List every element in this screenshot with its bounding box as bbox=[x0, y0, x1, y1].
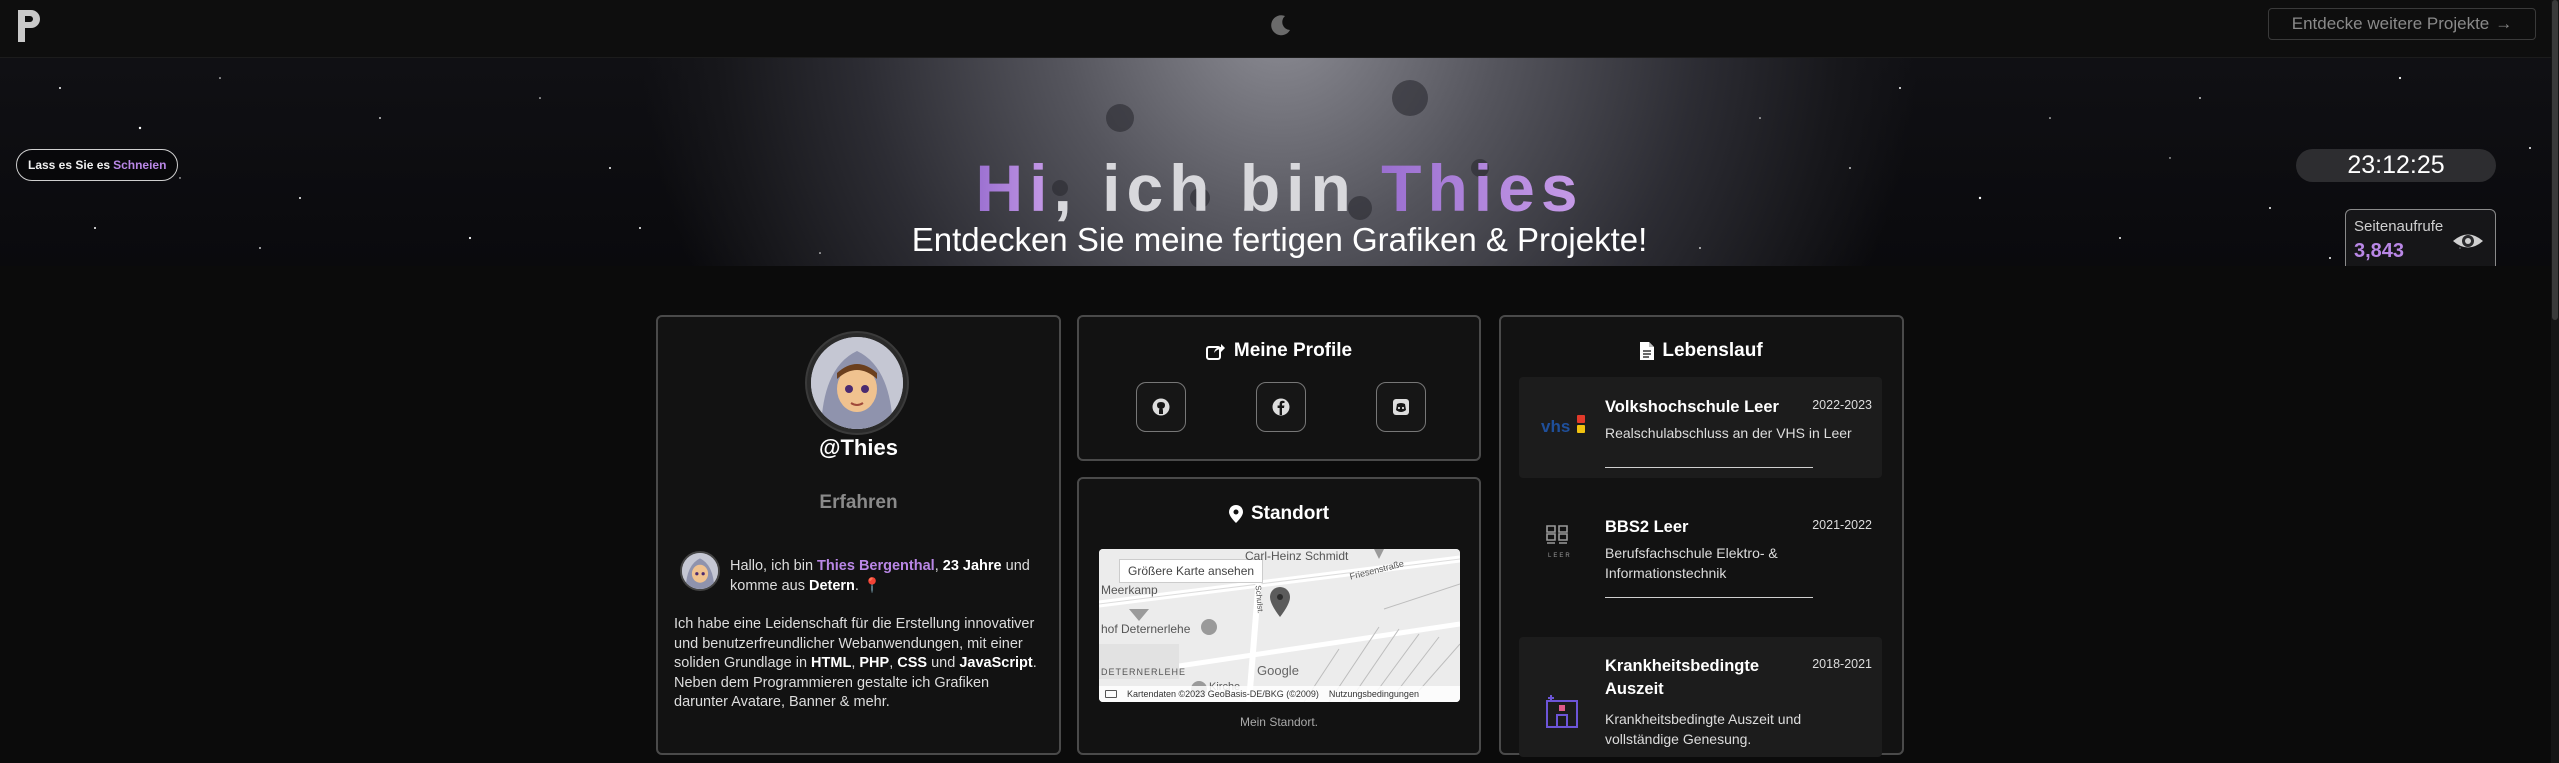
map-pin-icon bbox=[1228, 505, 1243, 523]
facebook-link[interactable] bbox=[1256, 382, 1306, 432]
explore-projects-button[interactable]: Entdecke weitere Projekte → bbox=[2268, 8, 2536, 40]
cv-item-years: 2018-2021 bbox=[1812, 657, 1872, 671]
map-caption: Mein Standort. bbox=[1239, 715, 1319, 729]
profile-card: @Thies Erfahren Hallo, ich bin Thies Ber… bbox=[656, 315, 1061, 755]
cv-item-years: 2022-2023 bbox=[1812, 398, 1872, 412]
avatar-image bbox=[811, 337, 903, 429]
page-scrollbar[interactable] bbox=[2551, 0, 2559, 763]
map-terms-link[interactable]: Nutzungsbedingungen bbox=[1329, 689, 1419, 699]
location-card: Standort Größere Karte ansehen Carl-Hein… bbox=[1077, 477, 1481, 755]
vhs-logo-mark bbox=[1577, 415, 1585, 423]
vhs-logo-mark-2 bbox=[1577, 425, 1585, 433]
vhs-logo: vhs bbox=[1537, 407, 1587, 447]
social-profiles-title: Meine Profile bbox=[1079, 340, 1479, 362]
larger-map-button[interactable]: Größere Karte ansehen bbox=[1119, 559, 1264, 583]
discord-link[interactable] bbox=[1376, 382, 1426, 432]
share-icon bbox=[1205, 344, 1225, 360]
facebook-icon bbox=[1272, 398, 1290, 416]
intro-name: Thies Bergenthal bbox=[817, 558, 935, 574]
cv-divider bbox=[1605, 597, 1813, 598]
cv-item-illness: Krankheitsbedingte Auszeit 2018-2021 Kra… bbox=[1519, 637, 1882, 757]
explore-projects-label: Entdecke weitere Projekte bbox=[2291, 14, 2490, 33]
intro-part: Hallo, ich bin bbox=[730, 558, 818, 574]
map-label-schmidt: Carl-Heinz Schmidt bbox=[1245, 549, 1349, 563]
hero-banner: Lass es Sie es Schneien Hi, ich bin Thie… bbox=[0, 58, 2559, 266]
map-label-deternerlehe: DETERNERLEHE bbox=[1101, 667, 1187, 677]
social-profiles-title-text: Meine Profile bbox=[1233, 340, 1353, 361]
bbs2-logo: LEER bbox=[1537, 524, 1587, 564]
profile-handle: @Thies bbox=[819, 435, 898, 460]
vhs-logo-text: vhs bbox=[1541, 417, 1571, 436]
avatar-small bbox=[680, 551, 720, 591]
cv-item-vhs: vhs Volkshochschule Leer 2022-2023 Reals… bbox=[1519, 377, 1882, 478]
cv-divider bbox=[1605, 467, 1813, 468]
hero-title-middle: , ich bin bbox=[1053, 151, 1357, 225]
cv-item-desc: Realschulabschluss an der VHS in Leer bbox=[1605, 425, 1852, 441]
hero-subtitle: Entdecken Sie meine fertigen Grafiken & … bbox=[911, 221, 1648, 258]
cv-title-text: Lebenslauf bbox=[1662, 340, 1763, 361]
cv-item-desc: Krankheitsbedingte Auszeit und vollständ… bbox=[1605, 711, 1802, 747]
top-bar: Entdecke weitere Projekte → bbox=[0, 0, 2559, 58]
hero-title-hi: Hi bbox=[975, 151, 1054, 225]
scrollbar-thumb[interactable] bbox=[2552, 0, 2558, 320]
map-footer: Kartendaten ©2023 GeoBasis-DE/BKG (©2009… bbox=[1099, 686, 1460, 702]
moon-icon[interactable] bbox=[1268, 12, 1294, 38]
skill-php: PHP bbox=[859, 655, 890, 671]
cv-item-name: Krankheitsbedingte Auszeit bbox=[1605, 657, 1760, 698]
bbs2-logo-mark bbox=[1546, 525, 1568, 544]
clock-display: 23:12:25 bbox=[2296, 149, 2496, 182]
intro-part: . 📍 bbox=[854, 578, 882, 594]
cv-item-name: BBS2 Leer bbox=[1605, 518, 1689, 536]
location-title: Standort bbox=[1079, 503, 1479, 525]
cv-title: Lebenslauf bbox=[1501, 340, 1902, 362]
intro-text: Hallo, ich bin Thies Bergenthal, 23 Jahr… bbox=[730, 556, 1030, 596]
document-icon bbox=[1640, 342, 1655, 360]
intro-age: 23 Jahre bbox=[942, 558, 1002, 574]
hospital-icon bbox=[1546, 695, 1578, 728]
google-logo: Google bbox=[1257, 663, 1299, 678]
about-part: und bbox=[927, 655, 960, 671]
cv-item-years: 2021-2022 bbox=[1812, 518, 1872, 532]
location-map[interactable]: Größere Karte ansehen Carl-Heinz Schmidt… bbox=[1099, 549, 1460, 702]
map-label-meerkamp: Meerkamp bbox=[1101, 583, 1158, 597]
keyboard-icon[interactable] bbox=[1105, 690, 1117, 698]
profile-rank: Erfahren bbox=[819, 492, 898, 513]
intro-city: Detern bbox=[808, 578, 855, 594]
location-title-text: Standort bbox=[1250, 503, 1330, 524]
map-label-hof: hof Deternerlehe bbox=[1101, 622, 1191, 636]
bbs2-logo-text: LEER bbox=[1548, 553, 1572, 559]
eye-icon bbox=[2453, 234, 2483, 248]
social-profiles-card: Meine Profile bbox=[1077, 315, 1481, 461]
cv-item-bbs2: LEER BBS2 Leer 2021-2022 Berufsfachschul… bbox=[1519, 498, 1882, 598]
p-logo-icon[interactable] bbox=[14, 6, 44, 46]
discord-icon bbox=[1393, 399, 1409, 415]
cv-item-name: Volkshochschule Leer bbox=[1605, 398, 1779, 416]
avatar bbox=[805, 331, 909, 435]
page-views-label: Seitenaufrufe bbox=[2354, 218, 2444, 235]
github-icon bbox=[1152, 398, 1170, 416]
skill-html: HTML bbox=[811, 655, 852, 671]
page-views-widget: Seitenaufrufe 3,843 bbox=[2345, 209, 2496, 266]
cv-card: Lebenslauf vhs Volkshochschule Leer 2022… bbox=[1499, 315, 1904, 757]
github-link[interactable] bbox=[1136, 382, 1186, 432]
hero-title: Hi, ich bin Thies bbox=[0, 150, 2559, 226]
arrow-right-icon: → bbox=[2495, 14, 2513, 33]
page-views-count: 3,843 bbox=[2354, 240, 2405, 262]
cv-item-desc: Berufsfachschule Elektro- & Informations… bbox=[1605, 545, 1778, 581]
intro-part: , bbox=[934, 558, 943, 574]
skill-javascript: JavaScript bbox=[959, 655, 1033, 671]
hero-title-name: Thies bbox=[1381, 151, 1584, 225]
skill-css: CSS bbox=[897, 655, 928, 671]
map-attribution: Kartendaten ©2023 GeoBasis-DE/BKG (©2009… bbox=[1127, 689, 1319, 699]
about-text: Ich habe eine Leidenschaft für die Erste… bbox=[674, 615, 1044, 713]
